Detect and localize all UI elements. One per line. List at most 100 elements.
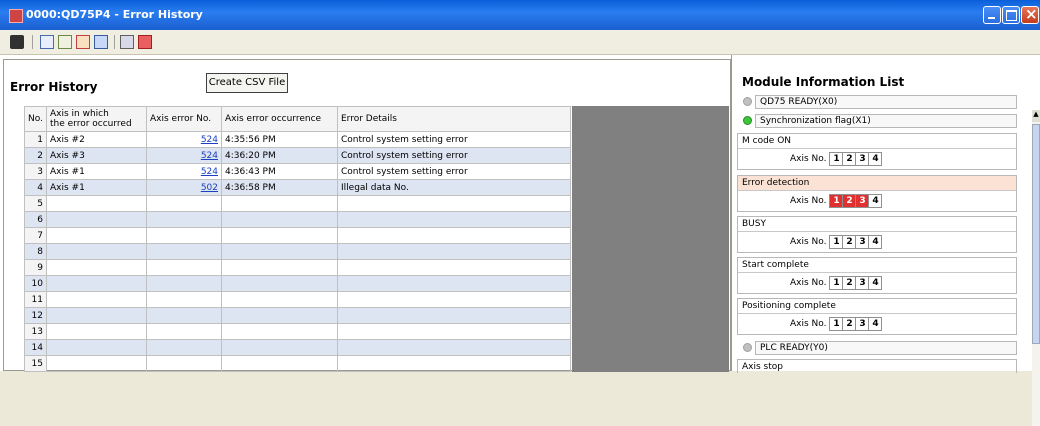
table-row[interactable]: 7 — [24, 227, 571, 244]
table-row[interactable]: 9 — [24, 259, 571, 276]
error-history-panel: Error History Create CSV File No. Axis i… — [3, 59, 731, 372]
axis-indicator-2: 2 — [842, 276, 857, 290]
maximize-button[interactable] — [1002, 6, 1020, 24]
qd75-ready-led-icon — [743, 97, 752, 106]
table-row[interactable]: 14 — [24, 339, 571, 356]
column-header-axis[interactable]: Axis in which the error occurred — [46, 106, 147, 132]
column-header-no[interactable]: No. — [24, 106, 47, 132]
table-row[interactable]: 11 — [24, 291, 571, 308]
details-cell — [337, 243, 571, 260]
m-code-group: M code ON Axis No. 1 2 3 4 — [737, 133, 1017, 170]
axis-cell: Axis #3 — [46, 147, 147, 164]
axis-cell: Axis #1 — [46, 179, 147, 196]
row-number: 6 — [24, 211, 47, 228]
axis-indicator-4: 4 — [868, 152, 883, 166]
column-header-occurrence[interactable]: Axis error occurrence — [221, 106, 338, 132]
chart-icon[interactable] — [138, 35, 152, 49]
axis-indicator-3: 3 — [855, 317, 870, 331]
error-no-link[interactable]: 524 — [146, 163, 222, 180]
app-icon — [9, 9, 23, 23]
error-no-link — [146, 195, 222, 212]
error-history-icon[interactable] — [76, 35, 90, 49]
axis-indicator-2: 2 — [842, 317, 857, 331]
error-no-link — [146, 355, 222, 372]
row-number: 3 — [24, 163, 47, 180]
table-row[interactable]: 13 — [24, 323, 571, 340]
table-row[interactable]: 8 — [24, 243, 571, 260]
axis-cell — [46, 259, 147, 276]
row-number: 5 — [24, 195, 47, 212]
sync-flag-led-icon — [743, 116, 752, 125]
table-row[interactable]: 2 Axis #3 524 4:36:20 PM Control system sett… — [24, 147, 571, 164]
busy-axis-row: Axis No. 1 2 3 4 — [790, 235, 883, 249]
axis-indicator-3: 3 — [855, 276, 870, 290]
occurrence-cell — [221, 323, 338, 340]
column-header-error-no[interactable]: Axis error No. — [146, 106, 222, 132]
history-icon[interactable] — [58, 35, 72, 49]
occurrence-cell — [221, 355, 338, 372]
create-csv-button[interactable]: Create CSV File — [206, 73, 288, 93]
details-cell — [337, 211, 571, 228]
details-cell: Control system setting error — [337, 163, 571, 180]
axis-indicator-4: 4 — [868, 235, 883, 249]
table-row[interactable]: 10 — [24, 275, 571, 292]
table-row[interactable]: 3 Axis #1 524 4:36:43 PM Control system sett… — [24, 163, 571, 180]
table-row[interactable]: 1 Axis #2 524 4:35:56 PM Control system sett… — [24, 131, 571, 148]
vertical-scrollbar[interactable]: ▲ — [1032, 110, 1040, 426]
connect-icon[interactable] — [10, 35, 24, 49]
axis-indicator-2: 2 — [842, 152, 857, 166]
table-row[interactable]: 15 — [24, 355, 571, 372]
monitor-icon[interactable] — [40, 35, 54, 49]
axis-cell — [46, 339, 147, 356]
row-number: 2 — [24, 147, 47, 164]
occurrence-cell: 4:36:58 PM — [221, 179, 338, 196]
row-number: 13 — [24, 323, 47, 340]
row-number: 12 — [24, 307, 47, 324]
axis-indicator-3: 3 — [855, 235, 870, 249]
row-number: 1 — [24, 131, 47, 148]
scrollbar-thumb[interactable] — [1032, 124, 1040, 344]
occurrence-cell — [221, 291, 338, 308]
axis-indicator-4: 4 — [868, 194, 883, 208]
axis-cell — [46, 243, 147, 260]
error-detection-group: Error detection Axis No. 1 2 3 4 — [737, 175, 1017, 212]
table-icon[interactable] — [94, 35, 108, 49]
axis-indicator-1: 1 — [829, 276, 844, 290]
details-cell — [337, 291, 571, 308]
error-no-link[interactable]: 524 — [146, 131, 222, 148]
occurrence-cell: 4:36:20 PM — [221, 147, 338, 164]
axis-cell — [46, 227, 147, 244]
axis-indicator-1: 1 — [829, 235, 844, 249]
error-history-table: No. Axis in which the error occurred Axi… — [24, 106, 571, 372]
close-button[interactable] — [1021, 5, 1039, 24]
occurrence-cell — [221, 307, 338, 324]
error-no-link[interactable]: 502 — [146, 179, 222, 196]
minimize-button[interactable] — [983, 6, 1001, 24]
start-complete-label: Start complete — [738, 258, 1016, 273]
details-cell — [337, 355, 571, 372]
error-no-link — [146, 291, 222, 308]
sync-flag: Synchronization flag(X1) — [755, 114, 1017, 128]
error-no-link — [146, 275, 222, 292]
table-row[interactable]: 6 — [24, 211, 571, 228]
row-number: 15 — [24, 355, 47, 372]
table-row[interactable]: 4 Axis #1 502 4:36:58 PM Illegal data No. — [24, 179, 571, 196]
occurrence-cell — [221, 211, 338, 228]
axis-no-label: Axis No. — [790, 278, 827, 288]
column-header-details[interactable]: Error Details — [337, 106, 571, 132]
axis-cell — [46, 195, 147, 212]
error-no-link[interactable]: 524 — [146, 147, 222, 164]
positioning-complete-group: Positioning complete Axis No. 1 2 3 4 — [737, 298, 1017, 335]
module-info-panel: Module Information List QD75 READY(X0) S… — [731, 55, 1031, 373]
row-number: 4 — [24, 179, 47, 196]
scroll-up-arrow-icon[interactable]: ▲ — [1032, 110, 1040, 122]
print-icon[interactable] — [120, 35, 134, 49]
error-detection-axis-row: Axis No. 1 2 3 4 — [790, 194, 883, 208]
error-no-link — [146, 243, 222, 260]
busy-label: BUSY — [738, 217, 1016, 232]
occurrence-cell — [221, 339, 338, 356]
error-no-link — [146, 307, 222, 324]
table-row[interactable]: 5 — [24, 195, 571, 212]
row-number: 10 — [24, 275, 47, 292]
table-row[interactable]: 12 — [24, 307, 571, 324]
